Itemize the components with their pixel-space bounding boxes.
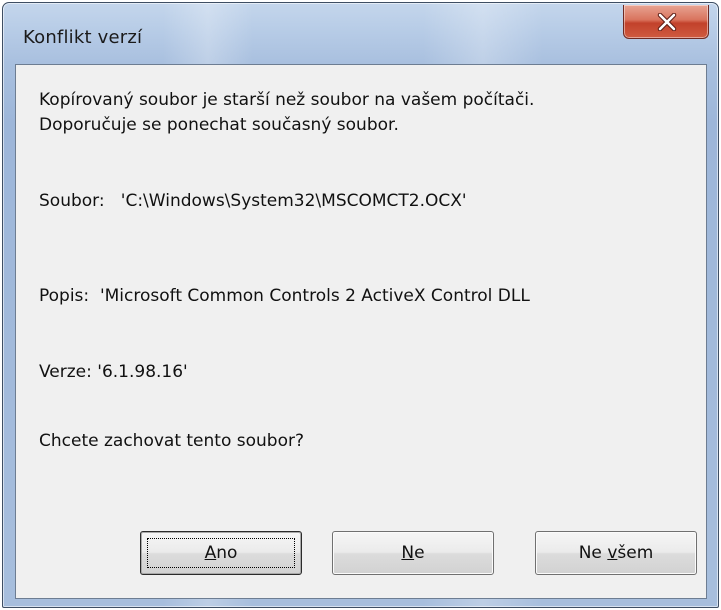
close-button[interactable] xyxy=(623,5,709,39)
yes-mnemonic: A xyxy=(204,543,217,563)
version-label: Verze: '6.1.98.16' xyxy=(39,362,188,382)
dialog-client-area: Kopírovaný soubor je starší než soubor n… xyxy=(15,64,707,599)
no-all-label-prefix: Ne xyxy=(578,543,608,563)
description-label: Popis: 'Microsoft Common Controls 2 Acti… xyxy=(39,286,530,306)
dialog-window: Konflikt verzí Kopírovaný soubor je star… xyxy=(2,2,719,608)
no-mnemonic: N xyxy=(401,543,415,563)
no-all-label-rest: šem xyxy=(617,543,654,563)
message-line-2: Doporučuje se ponechat současný soubor. xyxy=(39,115,399,135)
yes-label-rest: no xyxy=(216,543,238,563)
window-title: Konflikt verzí xyxy=(23,27,143,48)
no-to-all-button[interactable]: Ne všem xyxy=(535,531,697,575)
question-label: Chcete zachovat tento soubor? xyxy=(39,431,304,451)
no-all-mnemonic: v xyxy=(607,543,618,563)
yes-button[interactable]: Ano xyxy=(140,531,302,575)
file-path-label: Soubor: 'C:\Windows\System32\MSCOMCT2.OC… xyxy=(39,191,467,211)
no-label-rest: e xyxy=(414,543,425,563)
message-line-1: Kopírovaný soubor je starší než soubor n… xyxy=(39,90,535,110)
no-button[interactable]: Ne xyxy=(332,531,494,575)
close-icon xyxy=(657,13,677,31)
